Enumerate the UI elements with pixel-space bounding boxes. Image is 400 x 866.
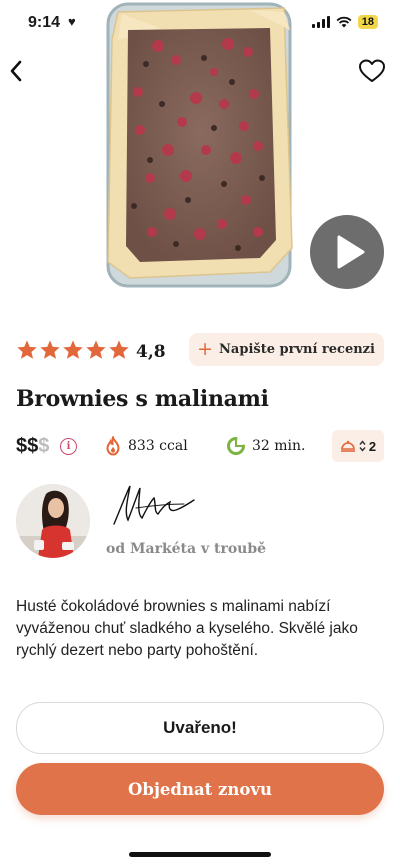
star-icon: [17, 340, 37, 359]
star-icon: [86, 340, 106, 359]
star-icon: [40, 340, 60, 359]
cooked-button[interactable]: Uvařeno!: [16, 702, 384, 754]
star-icon: [109, 340, 129, 359]
status-heart-icon: ♥: [68, 14, 76, 29]
write-review-label: Napište první recenzi: [219, 342, 375, 357]
play-video-button[interactable]: [310, 215, 384, 289]
wifi-icon: [336, 16, 352, 28]
cooking-time: 32 min.: [226, 436, 305, 456]
play-icon: [337, 235, 365, 269]
cloche-icon: [340, 440, 355, 452]
timer-icon: [227, 437, 245, 455]
favorite-button[interactable]: [358, 58, 386, 84]
servings-stepper[interactable]: 2: [332, 430, 384, 462]
status-bar: 9:14 ♥ 18: [0, 0, 400, 48]
price-inactive: $: [38, 435, 50, 457]
author-name[interactable]: od Markéta v troubě: [106, 541, 266, 557]
back-button[interactable]: [6, 58, 28, 84]
plus-icon: +: [197, 338, 214, 360]
price-info-icon[interactable]: i: [60, 438, 77, 455]
author-signature: [113, 485, 195, 525]
author-avatar[interactable]: [16, 484, 90, 558]
author-photo: [16, 484, 90, 558]
heart-outline-icon: [359, 59, 385, 82]
flame-icon: [106, 436, 120, 456]
star-icon: [63, 340, 83, 359]
cooking-time-value: 32 min.: [252, 438, 306, 454]
recipe-meta-row: $$$ i 833 ccal 32 min. 2: [16, 430, 384, 464]
calories: 833 ccal: [104, 436, 188, 456]
recipe-title: Brownies s malinami: [16, 386, 269, 412]
servings-value: 2: [368, 438, 377, 454]
status-time: 9:14: [28, 14, 61, 31]
home-indicator[interactable]: [129, 852, 271, 857]
author-block[interactable]: od Markéta v troubě: [16, 484, 384, 560]
write-review-button[interactable]: + Napište první recenzi: [189, 333, 384, 366]
stepper-arrows-icon: [359, 440, 366, 452]
rating-row: 4,8 + Napište první recenzi: [16, 333, 384, 370]
recipe-description: Husté čokoládové brownies s malinami nab…: [16, 598, 358, 659]
price-active: $$: [16, 435, 39, 457]
calories-value: 833 ccal: [128, 438, 188, 454]
chevron-left-icon: [10, 60, 22, 82]
signal-icon: [311, 16, 330, 28]
status-right: 18: [311, 15, 378, 29]
rating-stars: [16, 339, 130, 361]
price-level: $$$: [16, 435, 49, 458]
order-again-button[interactable]: Objednat znovu: [16, 763, 384, 815]
rating-value: 4,8: [136, 342, 166, 362]
battery-indicator: 18: [357, 15, 378, 29]
